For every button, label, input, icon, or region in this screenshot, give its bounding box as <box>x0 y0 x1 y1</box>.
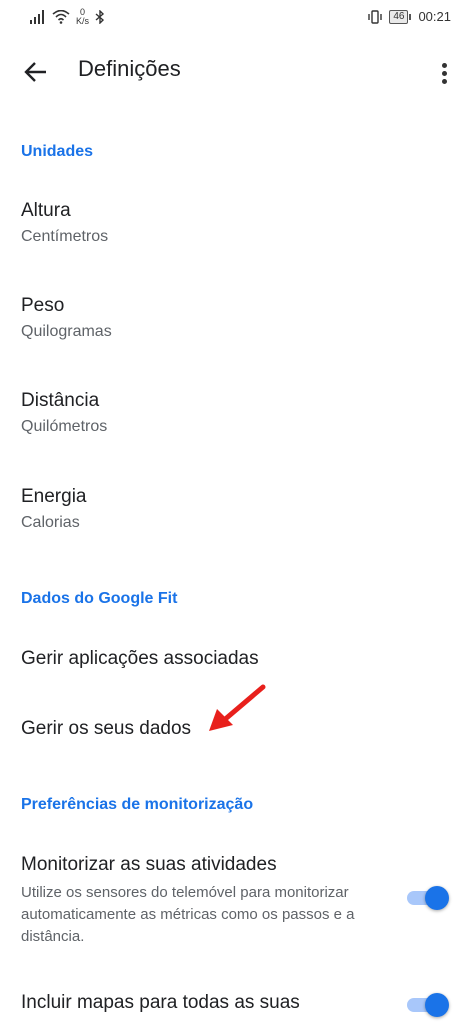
setting-manage-connected-apps[interactable]: Gerir aplicações associadas <box>21 648 259 670</box>
setting-title: Altura <box>21 200 71 221</box>
setting-title: Gerir os seus dados <box>21 718 192 739</box>
setting-distance[interactable]: Distância Quilómetros <box>21 390 107 436</box>
setting-title: Distância <box>21 390 100 411</box>
status-time: 00:21 <box>418 9 451 24</box>
section-header-google-fit: Dados do Google Fit <box>21 590 178 607</box>
setting-height[interactable]: Altura Centímetros <box>21 200 108 246</box>
annotation-arrow-icon <box>209 684 266 731</box>
setting-weight[interactable]: Peso Quilogramas <box>21 295 112 341</box>
wifi-icon <box>52 10 70 24</box>
setting-value: Quilómetros <box>21 418 108 435</box>
include-maps-toggle[interactable] <box>405 991 451 1019</box>
page-title: Definições <box>78 56 181 81</box>
track-activities-toggle[interactable] <box>405 884 451 912</box>
setting-description: Utilize os sensores do telemóvel para mo… <box>21 884 355 945</box>
setting-value: Quilogramas <box>21 323 112 340</box>
network-speed-unit: K/s <box>76 16 90 26</box>
back-button[interactable] <box>18 54 54 90</box>
network-speed: 0 K/s <box>76 8 89 26</box>
vibrate-icon <box>368 9 383 24</box>
setting-title: Incluir mapas para todas as suas <box>21 992 300 1013</box>
toggle-thumb <box>425 993 449 1017</box>
battery-icon: 46 <box>389 9 412 24</box>
section-header-tracking: Preferências de monitorização <box>21 796 254 813</box>
setting-track-activities[interactable]: Monitorizar as suas atividades Utilize o… <box>21 854 381 948</box>
arrow-back-icon <box>24 62 46 82</box>
signal-icon <box>30 10 44 24</box>
app-bar: Definições <box>0 40 473 104</box>
setting-title: Energia <box>21 486 87 507</box>
more-vert-icon <box>429 54 459 84</box>
setting-title: Gerir aplicações associadas <box>21 648 259 669</box>
more-options-button[interactable] <box>429 54 459 90</box>
bluetooth-icon <box>95 10 105 24</box>
status-left: 0 K/s <box>30 8 105 26</box>
setting-include-maps[interactable]: Incluir mapas para todas as suas <box>21 992 300 1014</box>
setting-energy[interactable]: Energia Calorias <box>21 486 87 532</box>
toggle-thumb <box>425 886 449 910</box>
section-header-units: Unidades <box>21 143 94 160</box>
setting-title: Monitorizar as suas atividades <box>21 854 277 875</box>
setting-title: Peso <box>21 295 65 316</box>
status-bar: 0 K/s 46 00:21 <box>0 0 473 36</box>
status-right: 46 00:21 <box>367 9 451 24</box>
setting-manage-your-data[interactable]: Gerir os seus dados <box>21 718 191 740</box>
setting-value: Calorias <box>21 514 80 531</box>
setting-value: Centímetros <box>21 228 109 245</box>
